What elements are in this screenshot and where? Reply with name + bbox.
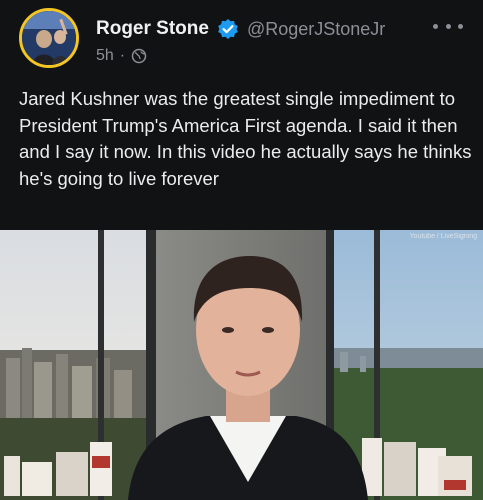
more-dot — [445, 23, 451, 29]
avatar[interactable] — [19, 8, 79, 68]
post-time[interactable]: 5h — [96, 47, 114, 65]
author-name[interactable]: Roger Stone — [96, 18, 209, 40]
meta-separator: · — [119, 47, 126, 64]
more-dot — [433, 23, 438, 29]
video-frame — [0, 230, 483, 500]
globe-icon — [131, 48, 147, 64]
more-dot — [458, 23, 463, 29]
post-header: Roger Stone @RogerJStoneJr 5h · — [0, 0, 483, 80]
post-video[interactable]: Youtube / LiveSigning — [0, 230, 483, 500]
author-row: Roger Stone @RogerJStoneJr — [96, 16, 385, 42]
post-text: Jared Kushner was the greatest single im… — [19, 88, 472, 189]
post-meta: 5h · — [96, 47, 147, 65]
verified-badge-icon — [218, 19, 238, 39]
author-handle[interactable]: @RogerJStoneJr — [247, 19, 385, 40]
more-options-icon[interactable] — [433, 14, 463, 38]
video-watermark: Youtube / LiveSigning — [409, 233, 477, 240]
avatar-image — [22, 11, 76, 65]
